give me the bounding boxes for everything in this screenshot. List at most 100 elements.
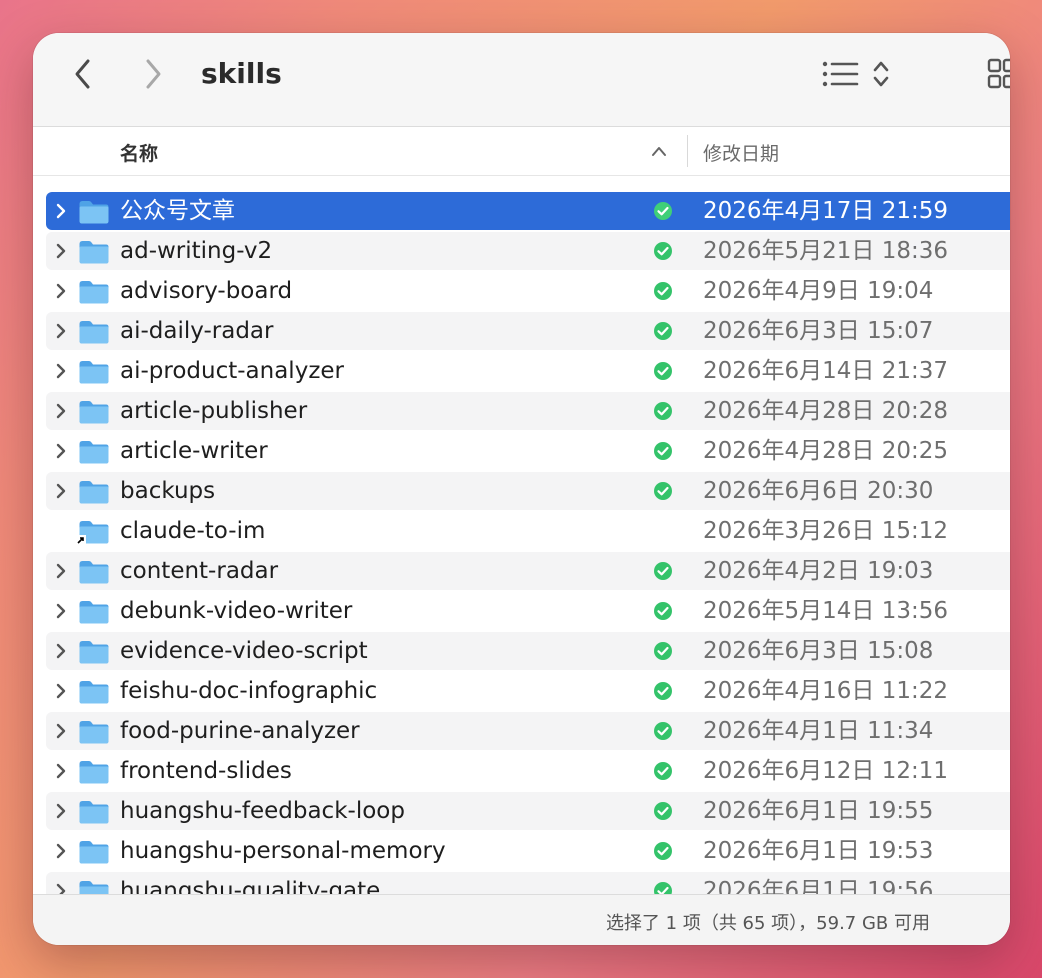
- disclosure-chevron-icon[interactable]: [55, 762, 67, 784]
- file-row[interactable]: ad-writing-v2 2026年5月21日 18:36: [46, 232, 1010, 270]
- disclosure-chevron-icon[interactable]: [55, 362, 67, 384]
- file-name: advisory-board: [120, 278, 293, 304]
- file-row[interactable]: 公众号文章 2026年4月17日 21:59: [46, 192, 1010, 230]
- disclosure-chevron-icon[interactable]: [55, 322, 67, 344]
- chevron-up-icon: [652, 147, 666, 156]
- disclosure-chevron-icon[interactable]: [55, 202, 67, 224]
- modified-date: 2026年6月3日 15:07: [703, 318, 934, 344]
- toolbar: skills: [33, 33, 1010, 127]
- disclosure-chevron-icon[interactable]: [55, 842, 67, 864]
- file-name: 公众号文章: [120, 198, 235, 224]
- disclosure-chevron-icon[interactable]: [55, 642, 67, 664]
- modified-date: 2026年5月21日 18:36: [703, 238, 949, 264]
- sync-status-icon: [653, 201, 673, 225]
- file-name: backups: [120, 478, 216, 504]
- folder-icon: [78, 839, 110, 869]
- file-row[interactable]: article-publisher 2026年4月28日 20:28: [46, 392, 1010, 430]
- group-view-button[interactable]: [987, 57, 1010, 95]
- disclosure-chevron-icon[interactable]: [55, 802, 67, 824]
- folder-icon: [78, 359, 110, 389]
- modified-date: 2026年4月1日 11:34: [703, 718, 934, 744]
- sync-status-icon: [653, 401, 673, 425]
- sync-status-icon: [653, 681, 673, 705]
- sync-status-icon: [653, 601, 673, 625]
- sync-status-icon: [653, 641, 673, 665]
- file-name: evidence-video-script: [120, 638, 368, 664]
- sync-status-icon: [653, 561, 673, 585]
- disclosure-chevron-icon[interactable]: [55, 242, 67, 264]
- file-row[interactable]: content-radar 2026年4月2日 19:03: [46, 552, 1010, 590]
- file-list: 公众号文章 2026年4月17日 21:59 ad-writing-v2 2026年5…: [33, 192, 1010, 902]
- disclosure-chevron-icon[interactable]: [55, 282, 67, 304]
- modified-date: 2026年5月14日 13:56: [703, 598, 949, 624]
- disclosure-chevron-icon[interactable]: [55, 402, 67, 424]
- modified-date: 2026年4月28日 20:28: [703, 398, 949, 424]
- column-name-header[interactable]: 名称: [120, 139, 158, 166]
- back-button[interactable]: [65, 53, 101, 95]
- modified-date: 2026年6月3日 15:08: [703, 638, 934, 664]
- disclosure-chevron-icon[interactable]: [55, 602, 67, 624]
- sync-status-icon: [653, 721, 673, 745]
- disclosure-chevron-icon[interactable]: [55, 482, 67, 504]
- list-view-icon: [822, 61, 859, 87]
- modified-date: 2026年6月1日 19:53: [703, 838, 934, 864]
- file-row[interactable]: evidence-video-script 2026年6月3日 15:08: [46, 632, 1010, 670]
- grid-view-icon: [987, 58, 1010, 89]
- disclosure-chevron-icon[interactable]: [55, 682, 67, 704]
- folder-icon: [78, 199, 110, 229]
- disclosure-chevron-icon[interactable]: [55, 722, 67, 744]
- sync-status-icon: [653, 241, 673, 265]
- file-name: ai-product-analyzer: [120, 358, 344, 384]
- file-name: ad-writing-v2: [120, 238, 273, 264]
- modified-date: 2026年6月14日 21:37: [703, 358, 949, 384]
- folder-icon: [78, 719, 110, 749]
- modified-date: 2026年4月2日 19:03: [703, 558, 934, 584]
- folder-icon: [78, 639, 110, 669]
- sort-updown-icon: [873, 61, 889, 87]
- file-name: claude-to-im: [120, 518, 266, 544]
- folder-icon: [78, 679, 110, 709]
- column-divider[interactable]: [687, 135, 688, 167]
- sync-status-icon: [653, 441, 673, 465]
- sync-status-icon: [653, 761, 673, 785]
- folder-icon: [78, 599, 110, 629]
- file-row[interactable]: article-writer 2026年4月28日 20:25: [46, 432, 1010, 470]
- status-text: 选择了 1 项（共 65 项），59.7 GB 可用: [605, 913, 930, 934]
- file-row[interactable]: huangshu-feedback-loop 2026年6月1日 19:55: [46, 792, 1010, 830]
- file-row[interactable]: backups 2026年6月6日 20:30: [46, 472, 1010, 510]
- file-row[interactable]: advisory-board 2026年4月9日 19:04: [46, 272, 1010, 310]
- file-name: content-radar: [120, 558, 279, 584]
- view-options-button[interactable]: [871, 57, 891, 95]
- forward-button[interactable]: [135, 53, 171, 95]
- file-row[interactable]: feishu-doc-infographic 2026年4月16日 11:22: [46, 672, 1010, 710]
- file-row[interactable]: huangshu-personal-memory 2026年6月1日 19:53: [46, 832, 1010, 870]
- sync-status-icon: [653, 801, 673, 825]
- sort-ascending-toggle[interactable]: [651, 142, 667, 161]
- modified-date: 2026年4月16日 11:22: [703, 678, 949, 704]
- file-name: article-writer: [120, 438, 268, 464]
- window-title: skills: [201, 57, 282, 90]
- file-name: ai-daily-radar: [120, 318, 274, 344]
- file-name: article-publisher: [120, 398, 308, 424]
- modified-date: 2026年4月9日 19:04: [703, 278, 934, 304]
- sync-status-icon: [653, 481, 673, 505]
- alias-arrow-icon: [76, 535, 86, 545]
- file-row[interactable]: food-purine-analyzer 2026年4月1日 11:34: [46, 712, 1010, 750]
- sync-status-icon: [653, 281, 673, 305]
- disclosure-chevron-icon[interactable]: [55, 562, 67, 584]
- modified-date: 2026年6月12日 12:11: [703, 758, 949, 784]
- file-row[interactable]: claude-to-im 2026年3月26日 15:12: [46, 512, 1010, 550]
- column-modified-header[interactable]: 修改日期: [703, 139, 779, 166]
- file-name: huangshu-feedback-loop: [120, 798, 405, 824]
- file-name: debunk-video-writer: [120, 598, 353, 624]
- finder-window: skills 名称 修改日期 公众号文章 2026年4月17日 21:59 ad…: [33, 33, 1010, 945]
- file-row[interactable]: ai-product-analyzer 2026年6月14日 21:37: [46, 352, 1010, 390]
- file-row[interactable]: debunk-video-writer 2026年5月14日 13:56: [46, 592, 1010, 630]
- file-name: food-purine-analyzer: [120, 718, 360, 744]
- view-mode-button[interactable]: [821, 59, 861, 93]
- file-row[interactable]: frontend-slides 2026年6月12日 12:11: [46, 752, 1010, 790]
- file-name: huangshu-personal-memory: [120, 838, 446, 864]
- disclosure-chevron-icon[interactable]: [55, 442, 67, 464]
- folder-icon: [78, 399, 110, 429]
- file-row[interactable]: ai-daily-radar 2026年6月3日 15:07: [46, 312, 1010, 350]
